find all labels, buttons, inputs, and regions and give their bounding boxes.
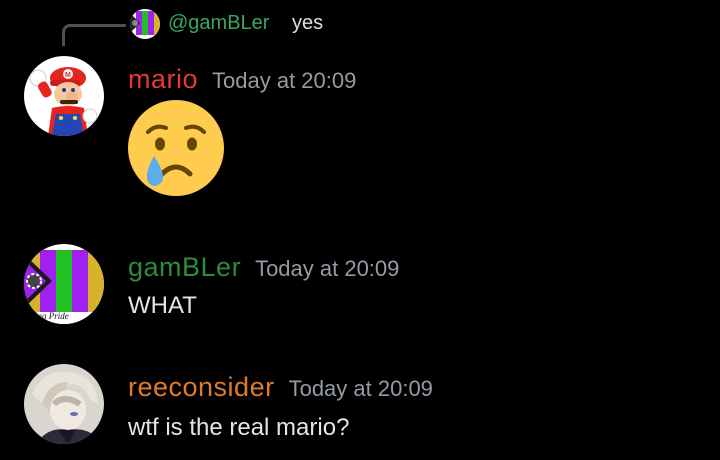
timestamp[interactable]: Today at 20:09 [212, 68, 356, 93]
message-header: gamBLer Today at 20:09 [128, 252, 399, 283]
anime-avatar-icon [24, 364, 104, 444]
avatar[interactable]: M [24, 56, 104, 136]
timestamp[interactable]: Today at 20:09 [255, 256, 399, 281]
crying-face-emoji-icon[interactable] [126, 98, 226, 198]
message-content[interactable]: WHAT [128, 292, 197, 320]
message-header: mario Today at 20:09 [128, 64, 356, 95]
gambling-pride-flag-icon [130, 9, 160, 39]
reply-connector [62, 24, 126, 46]
username[interactable]: mario [128, 64, 198, 94]
username[interactable]: reeconsider [128, 372, 275, 402]
svg-text:M: M [65, 72, 71, 79]
reply-preview-text[interactable]: yes [292, 12, 323, 35]
username[interactable]: gamBLer [128, 252, 241, 282]
message-header: reeconsider Today at 20:09 [128, 372, 433, 403]
chat-window: @gamBLer yes M mario Today at 20:09 blin… [0, 0, 720, 460]
mario-avatar-icon: M [24, 56, 104, 136]
timestamp[interactable]: Today at 20:09 [289, 376, 433, 401]
reply-avatar[interactable] [130, 9, 160, 39]
message-content[interactable]: wtf is the real mario? [128, 414, 349, 442]
reply-author-mention[interactable]: @gamBLer [168, 12, 269, 35]
avatar-caption: bling Pride [28, 311, 69, 321]
avatar[interactable]: bling Pride [24, 244, 104, 324]
avatar[interactable] [24, 364, 104, 444]
